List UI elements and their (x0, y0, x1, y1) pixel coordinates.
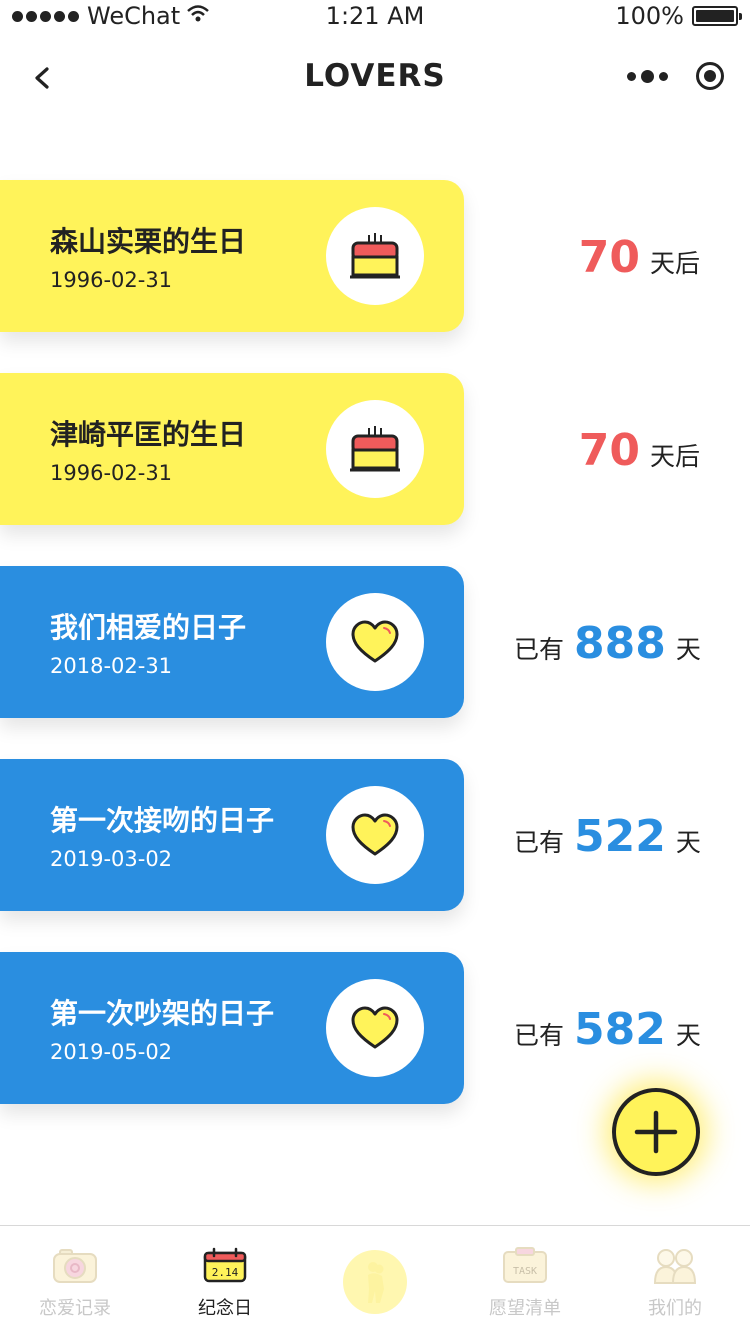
tab-wish-list[interactable]: TASK 愿望清单 (450, 1226, 600, 1334)
tab-ours[interactable]: 我们的 (600, 1226, 750, 1334)
anniversary-row[interactable]: 第一次吵架的日子 2019-05-02 已有 582 天 (0, 952, 750, 1104)
heart-icon (351, 813, 399, 856)
status-battery: 100% (615, 2, 742, 30)
add-anniversary-button[interactable] (612, 1088, 700, 1176)
count-unit: 天后 (649, 442, 700, 471)
tab-label: 恋爱记录 (39, 1298, 111, 1319)
card-date: 1996-02-31 (50, 268, 173, 292)
card-date: 2019-05-02 (50, 1040, 173, 1064)
nav-bar: LOVERS (0, 40, 750, 116)
more-dots-icon[interactable] (627, 69, 668, 83)
target-icon[interactable] (696, 62, 724, 90)
card-icon-circle (326, 400, 424, 498)
tab-label: 愿望清单 (489, 1298, 561, 1319)
anniversary-card[interactable]: 第一次接吻的日子 2019-03-02 (0, 759, 464, 911)
anniversary-row[interactable]: 森山实栗的生日 1996-02-31 70 天后 (0, 180, 750, 332)
battery-icon (692, 6, 742, 26)
plus-icon (634, 1110, 678, 1154)
anniversary-row[interactable]: 津崎平匡的生日 1996-02-31 70 天后 (0, 373, 750, 525)
card-title: 第一次接吻的日子 (50, 804, 275, 837)
task-icon-text: TASK (513, 1266, 537, 1277)
card-icon-circle (326, 593, 424, 691)
tab-couple[interactable] (300, 1226, 450, 1334)
card-date: 2019-03-02 (50, 847, 173, 871)
tab-label: 我们的 (648, 1298, 702, 1319)
battery-percent: 100% (615, 2, 684, 30)
card-title: 森山实栗的生日 (50, 225, 247, 258)
anniversary-row[interactable]: 我们相爱的日子 2018-02-31 已有 888 天 (0, 566, 750, 718)
heart-icon (351, 1006, 399, 1049)
anniversary-card[interactable]: 森山实栗的生日 1996-02-31 (0, 180, 464, 332)
count-prefix: 已有 (514, 635, 565, 664)
tab-anniversary[interactable]: 2.14 纪念日 (150, 1226, 300, 1334)
count-prefix: 已有 (514, 1021, 565, 1050)
count-unit: 天 (675, 635, 701, 664)
count-unit: 天后 (649, 249, 700, 278)
tab-label: 纪念日 (198, 1298, 252, 1319)
camera-icon (51, 1246, 99, 1286)
countdown: 70 天后 (579, 232, 700, 292)
count-number: 582 (574, 1004, 666, 1055)
elapsed-days: 已有 888 天 (514, 618, 701, 678)
count-unit: 天 (675, 828, 701, 857)
card-icon-circle (326, 979, 424, 1077)
tab-love-records[interactable]: 恋爱记录 (0, 1226, 150, 1334)
count-number: 70 (578, 425, 640, 476)
card-icon-circle (326, 786, 424, 884)
elapsed-days: 已有 522 天 (514, 811, 701, 871)
birthday-cake-icon (350, 426, 400, 472)
anniversary-row[interactable]: 第一次接吻的日子 2019-03-02 已有 522 天 (0, 759, 750, 911)
card-title: 第一次吵架的日子 (50, 997, 275, 1030)
calendar-icon: 2.14 (201, 1246, 249, 1286)
status-bar: WeChat 1:21 AM 100% (0, 0, 750, 30)
card-date: 2018-02-31 (50, 654, 173, 678)
card-title: 津崎平匡的生日 (50, 418, 247, 451)
tab-bar: 恋爱记录 2.14 纪念日 TASK 愿望清单 我们的 (0, 1225, 750, 1334)
heart-icon (351, 620, 399, 663)
elapsed-days: 已有 582 天 (514, 1004, 701, 1064)
countdown: 70 天后 (579, 425, 700, 485)
count-number: 70 (578, 232, 640, 283)
people-icon (651, 1246, 699, 1286)
anniversary-card[interactable]: 第一次吵架的日子 2019-05-02 (0, 952, 464, 1104)
count-unit: 天 (675, 1021, 701, 1050)
couple-icon (343, 1250, 407, 1314)
card-date: 1996-02-31 (50, 461, 173, 485)
card-icon-circle (326, 207, 424, 305)
count-prefix: 已有 (514, 828, 565, 857)
birthday-cake-icon (350, 233, 400, 279)
count-number: 522 (574, 811, 666, 862)
count-number: 888 (574, 618, 666, 669)
task-icon: TASK (501, 1246, 549, 1286)
card-title: 我们相爱的日子 (50, 611, 247, 644)
anniversary-card[interactable]: 我们相爱的日子 2018-02-31 (0, 566, 464, 718)
mini-program-capsule (627, 62, 724, 90)
calendar-icon-text: 2.14 (212, 1266, 239, 1279)
anniversary-card[interactable]: 津崎平匡的生日 1996-02-31 (0, 373, 464, 525)
